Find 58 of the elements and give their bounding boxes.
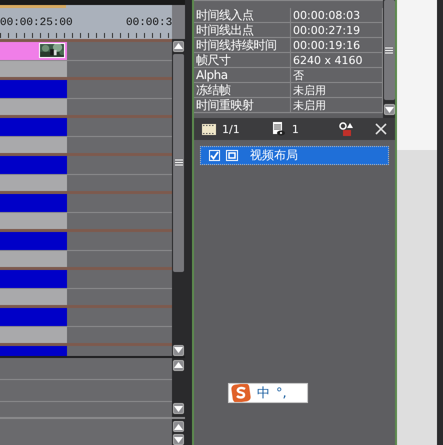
film-icon[interactable]: [202, 124, 216, 134]
clip-lower-band: [0, 250, 67, 267]
video-clip[interactable]: [0, 80, 67, 98]
clip-lower-band: [0, 60, 67, 77]
video-clip[interactable]: [0, 156, 67, 174]
scroll-down-button[interactable]: [173, 434, 184, 445]
scroll-up-button[interactable]: [173, 360, 184, 371]
property-value: 否: [291, 68, 383, 83]
property-value: 00:00:27:19: [291, 23, 383, 38]
page-count: 1/1: [222, 122, 240, 136]
property-value: 未启用: [291, 98, 383, 113]
clip-lower-band: [0, 98, 67, 115]
property-label: 时间重映射: [194, 98, 291, 113]
close-icon[interactable]: [375, 123, 387, 135]
scroll-up-button[interactable]: [173, 421, 184, 432]
ime-punctuation[interactable]: °,: [276, 386, 287, 400]
list-eye-icon[interactable]: [272, 122, 286, 136]
video-clip[interactable]: [0, 308, 67, 326]
ime-logo-icon[interactable]: [231, 384, 251, 402]
property-value: 00:00:19:16: [291, 38, 383, 53]
ime-mode[interactable]: 中: [257, 384, 270, 402]
layout-icon: [226, 150, 238, 161]
property-label: 冻结帧: [194, 83, 291, 98]
scroll-up-button[interactable]: [173, 40, 184, 52]
property-label: Alpha: [194, 68, 291, 83]
property-label: 时间线入点: [194, 8, 291, 23]
property-label: 时间线持续时间: [194, 38, 291, 53]
property-value: 6240 x 4160: [291, 53, 383, 68]
video-clip[interactable]: [0, 270, 67, 288]
video-clip[interactable]: [0, 42, 67, 60]
scroll-thumb[interactable]: [384, 0, 394, 100]
clip-lower-band: [0, 288, 67, 305]
video-clip[interactable]: [0, 194, 67, 212]
layer-label: 视频布局: [250, 147, 298, 164]
scroll-thumb[interactable]: [173, 54, 184, 272]
property-value: 00:00:08:03: [291, 8, 383, 23]
clip-lower-band: [0, 174, 67, 191]
timecode-label: 00:00:3: [126, 17, 172, 29]
video-clip[interactable]: [0, 118, 67, 136]
scrollbar-track[interactable]: [383, 0, 395, 118]
range-marker: [0, 5, 66, 8]
layer-item[interactable]: 视频布局: [200, 146, 389, 165]
scroll-down-button[interactable]: [384, 104, 394, 115]
timecode-label: 00:00:25:00: [0, 17, 73, 29]
property-value: 未启用: [291, 83, 383, 98]
property-label: 帧尺寸: [194, 53, 291, 68]
clip-lower-band: [0, 212, 67, 229]
checkbox[interactable]: [209, 150, 220, 161]
scrollbar-track[interactable]: [172, 419, 185, 445]
ruler-corner: [172, 5, 185, 39]
shapes-icon[interactable]: [339, 122, 353, 136]
layer-count: 1: [292, 122, 299, 136]
clip-lower-band: [0, 136, 67, 153]
scroll-down-button[interactable]: [173, 403, 184, 414]
scroll-down-button[interactable]: [173, 344, 184, 356]
video-clip[interactable]: [0, 232, 67, 250]
clip-lower-band: [0, 326, 67, 343]
property-label: 时间线出点: [194, 23, 291, 38]
